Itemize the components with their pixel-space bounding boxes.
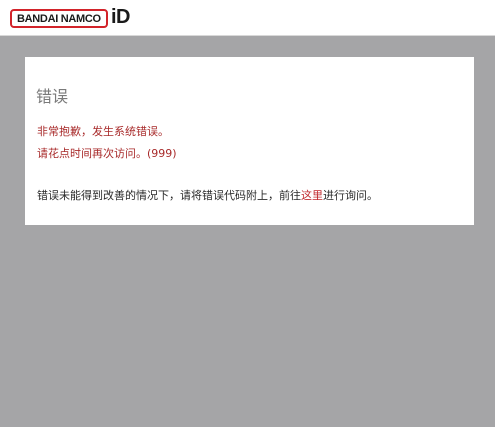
error-title: 错误 bbox=[36, 87, 69, 106]
help-message: 错误未能得到改善的情况下，请将错误代码附上，前往这里进行询问。 bbox=[37, 187, 378, 203]
bandai-namco-logo[interactable]: BANDAI NAMCO bbox=[10, 9, 108, 28]
error-code: (999) bbox=[147, 147, 177, 160]
help-prefix: 错误未能得到改善的情况下，请将错误代码附上，前往 bbox=[37, 189, 301, 202]
error-card: 错误 非常抱歉，发生系统错误。 请花点时间再次访问。(999) 错误未能得到改善… bbox=[25, 57, 474, 225]
contact-link[interactable]: 这里 bbox=[301, 189, 323, 202]
retry-text: 请花点时间再次访问。 bbox=[37, 147, 147, 160]
error-message: 非常抱歉，发生系统错误。 bbox=[37, 125, 169, 138]
id-logo: iD bbox=[111, 6, 131, 28]
error-retry-message: 请花点时间再次访问。(999) bbox=[37, 145, 177, 161]
header-bar: BANDAI NAMCO iD bbox=[0, 0, 495, 36]
help-suffix: 进行询问。 bbox=[323, 189, 378, 202]
logo-text: BANDAI NAMCO bbox=[17, 12, 101, 25]
